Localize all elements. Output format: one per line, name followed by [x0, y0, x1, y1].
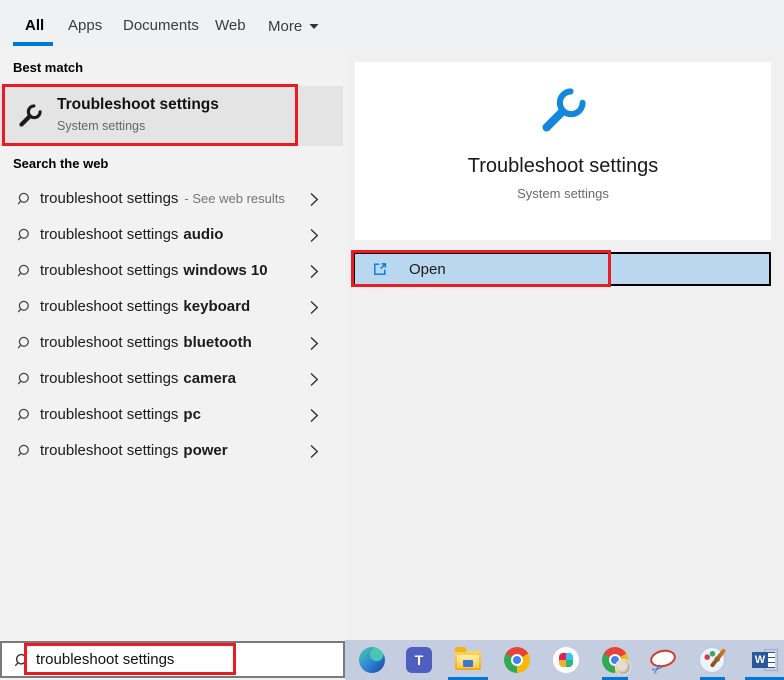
search-icon	[16, 371, 33, 393]
taskbar-icon-file-explorer[interactable]	[455, 651, 481, 670]
chevron-right-icon[interactable]	[308, 226, 320, 250]
taskbar-search-box[interactable]	[0, 641, 345, 678]
suggestion-text: troubleshoot settings	[40, 370, 178, 387]
chevron-right-icon[interactable]	[308, 406, 320, 430]
suggestion-text: troubleshoot settings	[40, 226, 178, 243]
search-input[interactable]	[36, 644, 326, 675]
search-icon	[16, 263, 33, 285]
search-web-section-label: Search the web	[13, 156, 108, 171]
taskbar-icon-chrome[interactable]	[504, 647, 530, 673]
chevron-right-icon[interactable]	[308, 298, 320, 322]
open-external-icon	[372, 261, 388, 277]
search-icon	[16, 443, 33, 465]
best-match-subtitle: System settings	[57, 119, 145, 133]
search-icon	[16, 191, 33, 213]
suggestion-audio[interactable]: troubleshoot settings audio	[0, 217, 345, 253]
preview-title: Troubleshoot settings	[355, 155, 771, 178]
folder-window-detail	[463, 660, 473, 667]
search-icon	[13, 652, 31, 675]
chevron-right-icon[interactable]	[308, 190, 320, 214]
preview-subtitle: System settings	[355, 186, 771, 201]
taskbar-icon-slack[interactable]	[553, 647, 579, 673]
suggestion-suffix: camera	[183, 370, 236, 387]
suggestion-see-web-results[interactable]: troubleshoot settings - See web results	[0, 181, 345, 217]
suggestion-suffix: bluetooth	[183, 334, 251, 351]
suggestion-keyboard[interactable]: troubleshoot settings keyboard	[0, 289, 345, 325]
chevron-right-icon[interactable]	[308, 370, 320, 394]
search-icon	[16, 299, 33, 321]
suggestion-suffix: audio	[183, 226, 223, 243]
tab-web[interactable]: Web	[215, 17, 246, 34]
suggestion-text: troubleshoot settings	[40, 262, 178, 279]
suggestion-suffix: pc	[183, 406, 201, 423]
taskbar-icon-word[interactable]: W	[752, 647, 778, 673]
taskbar: T ✂ W	[345, 640, 784, 680]
scissors-icon: ✂	[648, 660, 666, 679]
open-action-label: Open	[409, 261, 446, 278]
search-icon	[16, 335, 33, 357]
suggestion-text: troubleshoot settings	[40, 406, 178, 423]
taskbar-icon-chrome-profile[interactable]	[602, 647, 628, 673]
search-icon	[16, 227, 33, 249]
suggestion-text: troubleshoot settings	[40, 442, 178, 459]
chevron-right-icon[interactable]	[308, 442, 320, 466]
taskbar-icon-snipping-tool[interactable]: ✂	[649, 647, 678, 669]
taskbar-icon-edge[interactable]	[359, 647, 385, 673]
search-tabs-bar: All Apps Documents Web More N	[0, 0, 784, 50]
preview-card: Troubleshoot settings System settings	[355, 62, 771, 240]
active-tab-underline	[13, 42, 53, 46]
chevron-down-icon	[309, 17, 319, 34]
web-suggestions-list: troubleshoot settings - See web results t…	[0, 181, 345, 469]
chevron-right-icon[interactable]	[308, 262, 320, 286]
profile-photo-badge	[615, 659, 631, 675]
taskbar-icon-teams[interactable]: T	[406, 647, 432, 673]
suggestion-note: - See web results	[184, 191, 284, 206]
open-action[interactable]: Open	[353, 252, 771, 286]
suggestion-suffix: windows 10	[183, 262, 267, 279]
wrench-icon	[355, 82, 771, 145]
tab-all[interactable]: All	[25, 17, 44, 34]
suggestion-suffix: keyboard	[183, 298, 250, 315]
suggestion-suffix: power	[183, 442, 227, 459]
wrench-icon	[15, 101, 45, 136]
suggestion-windows-10[interactable]: troubleshoot settings windows 10	[0, 253, 345, 289]
tab-more-label: More	[268, 18, 302, 35]
suggestion-text: troubleshoot settings	[40, 190, 178, 207]
taskbar-icon-paint[interactable]	[699, 647, 725, 673]
suggestion-pc[interactable]: troubleshoot settings pc	[0, 397, 345, 433]
suggestion-bluetooth[interactable]: troubleshoot settings bluetooth	[0, 325, 345, 361]
word-logo-detail: W	[752, 652, 768, 668]
tab-apps[interactable]: Apps	[68, 17, 102, 34]
windows-search-flyout: All Apps Documents Web More N B	[0, 0, 784, 680]
suggestion-text: troubleshoot settings	[40, 298, 178, 315]
preview-panel: Troubleshoot settings System settings Op…	[345, 50, 784, 640]
suggestion-power[interactable]: troubleshoot settings power	[0, 433, 345, 469]
suggestion-text: troubleshoot settings	[40, 334, 178, 351]
best-match-result[interactable]: Troubleshoot settings System settings	[0, 86, 343, 146]
best-match-section-label: Best match	[13, 60, 83, 75]
suggestion-camera[interactable]: troubleshoot settings camera	[0, 361, 345, 397]
chevron-right-icon[interactable]	[308, 334, 320, 358]
best-match-title: Troubleshoot settings	[57, 96, 219, 114]
tab-more[interactable]: More	[268, 17, 319, 35]
tab-documents[interactable]: Documents	[123, 17, 199, 34]
search-icon	[16, 407, 33, 429]
